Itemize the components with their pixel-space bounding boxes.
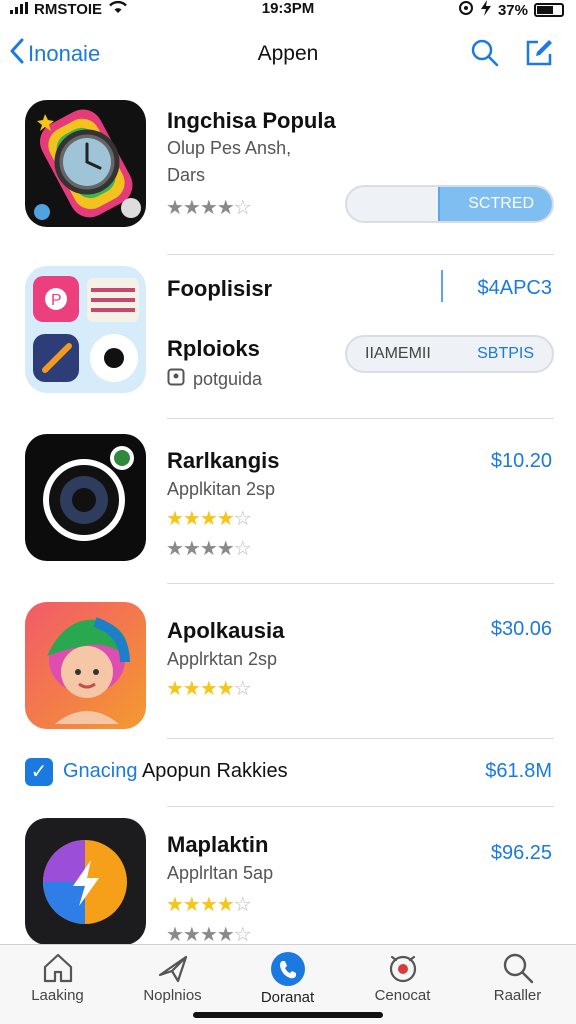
- battery-icon: [534, 3, 564, 17]
- segment-right-label: SCTRED: [468, 195, 534, 212]
- list-item[interactable]: Apolkausia $30.06 Applrktan 2sp ★★★★☆: [0, 598, 576, 733]
- tab-raaller[interactable]: Raaller: [460, 951, 575, 1004]
- check-row-label-main: Apopun Rakkies: [141, 760, 288, 782]
- bolt-icon: [480, 0, 492, 20]
- app-icon-watch: [25, 100, 146, 227]
- phone-icon: [230, 951, 345, 987]
- check-row-price[interactable]: $61.8M: [485, 760, 552, 783]
- check-row-label-accent: Gnacing: [63, 760, 138, 782]
- app-price[interactable]: $30.06: [491, 618, 552, 641]
- tab-label: Doranat: [260, 989, 315, 1006]
- tab-label: Raaller: [493, 987, 542, 1004]
- list-item[interactable]: Maplaktin $96.25 Applrltan 5ap ★★★★☆ ★★★…: [0, 816, 576, 946]
- app-name: Ingchisa Popula: [167, 108, 336, 133]
- tab-noplnios[interactable]: Noplnios: [115, 951, 230, 1004]
- rating-stars-secondary: ★★★★☆: [166, 538, 252, 560]
- app-icon-collage: P: [25, 266, 146, 393]
- app-price[interactable]: $4APC3: [478, 277, 553, 300]
- check-row[interactable]: ✓ Gnacing Apopun Rakkies $61.8M: [0, 756, 576, 792]
- segment-left-label[interactable]: IIAMEMII: [365, 345, 431, 363]
- home-indicator[interactable]: [193, 1012, 383, 1018]
- tab-label: Noplnios: [143, 987, 202, 1004]
- app-subtitle: Applrltan 5ap: [167, 863, 274, 883]
- rating-stars: ★★★★☆: [166, 894, 252, 916]
- svg-text:P: P: [51, 292, 62, 309]
- check-row-label: Gnacing Apopun Rakkies: [63, 760, 288, 783]
- tab-label: Laaking: [31, 987, 84, 1004]
- app-price[interactable]: $96.25: [491, 842, 552, 865]
- house-icon: [0, 951, 115, 985]
- tab-laaking[interactable]: Laaking: [0, 951, 115, 1004]
- location-icon: [458, 0, 474, 20]
- compose-icon[interactable]: [524, 38, 554, 73]
- search-icon: [460, 951, 575, 985]
- rating-stars: ★★★★☆: [166, 197, 252, 219]
- divider: [167, 738, 554, 739]
- navigation-bar: Inonaie Appen: [0, 30, 576, 80]
- app-subtitle: potguida: [167, 368, 262, 391]
- segmented-control[interactable]: IIAMEMII SBTPIS: [345, 335, 554, 373]
- checkbox[interactable]: ✓: [25, 758, 53, 786]
- tab-label: Cenocat: [374, 987, 431, 1004]
- divider: [167, 254, 554, 255]
- rating-stars: ★★★★☆: [166, 508, 252, 530]
- tab-doranat[interactable]: Doranat: [230, 951, 345, 1006]
- segmented-control[interactable]: SCTRED: [345, 185, 554, 223]
- app-subtitle: Applrktan 2sp: [167, 649, 278, 669]
- segment-right-label[interactable]: SBTPIS: [477, 345, 534, 363]
- alarm-icon: [345, 951, 460, 985]
- list-item[interactable]: P Fooplisisr $4APC3 Rploioks potguida II…: [0, 262, 576, 420]
- app-icon-camera: [25, 434, 146, 561]
- photo-icon: [167, 368, 185, 391]
- battery-percent: 37%: [497, 1, 528, 19]
- plane-icon: [115, 951, 230, 985]
- list-item[interactable]: Rarlkangis $10.20 Applkitan 2sp ★★★★☆ ★★…: [0, 430, 576, 580]
- app-subtitle-text: potguida: [193, 369, 263, 389]
- app-subtitle-2: Dars: [167, 165, 206, 185]
- app-name: Rarlkangis: [167, 448, 280, 473]
- tab-bar: Laaking Noplnios Doranat Cenocat Raaller: [0, 944, 576, 1024]
- tab-cenocat[interactable]: Cenocat: [345, 951, 460, 1004]
- divider: [167, 583, 554, 584]
- app-name-secondary: Rploioks: [167, 336, 260, 361]
- list-item[interactable]: Ingchisa Popula Olup Pes Ansh, Dars ★★★★…: [0, 98, 576, 248]
- price-separator: [441, 270, 443, 302]
- status-right: 37%: [458, 0, 564, 20]
- app-icon-compass: [25, 818, 146, 945]
- rating-stars: ★★★★☆: [166, 678, 252, 700]
- status-bar: RMSTOIE 19:3PM 37%: [0, 0, 576, 22]
- app-price[interactable]: $10.20: [491, 450, 552, 473]
- app-name: Fooplisisr: [167, 276, 273, 301]
- search-icon[interactable]: [470, 38, 500, 73]
- app-icon-avatar: [25, 602, 146, 729]
- nav-actions: [470, 38, 554, 73]
- app-name: Apolkausia: [167, 618, 285, 643]
- app-name: Maplaktin: [167, 832, 269, 857]
- app-subtitle: Olup Pes Ansh,: [167, 138, 292, 158]
- app-subtitle: Applkitan 2sp: [167, 479, 276, 499]
- divider: [167, 418, 554, 419]
- divider: [167, 806, 554, 807]
